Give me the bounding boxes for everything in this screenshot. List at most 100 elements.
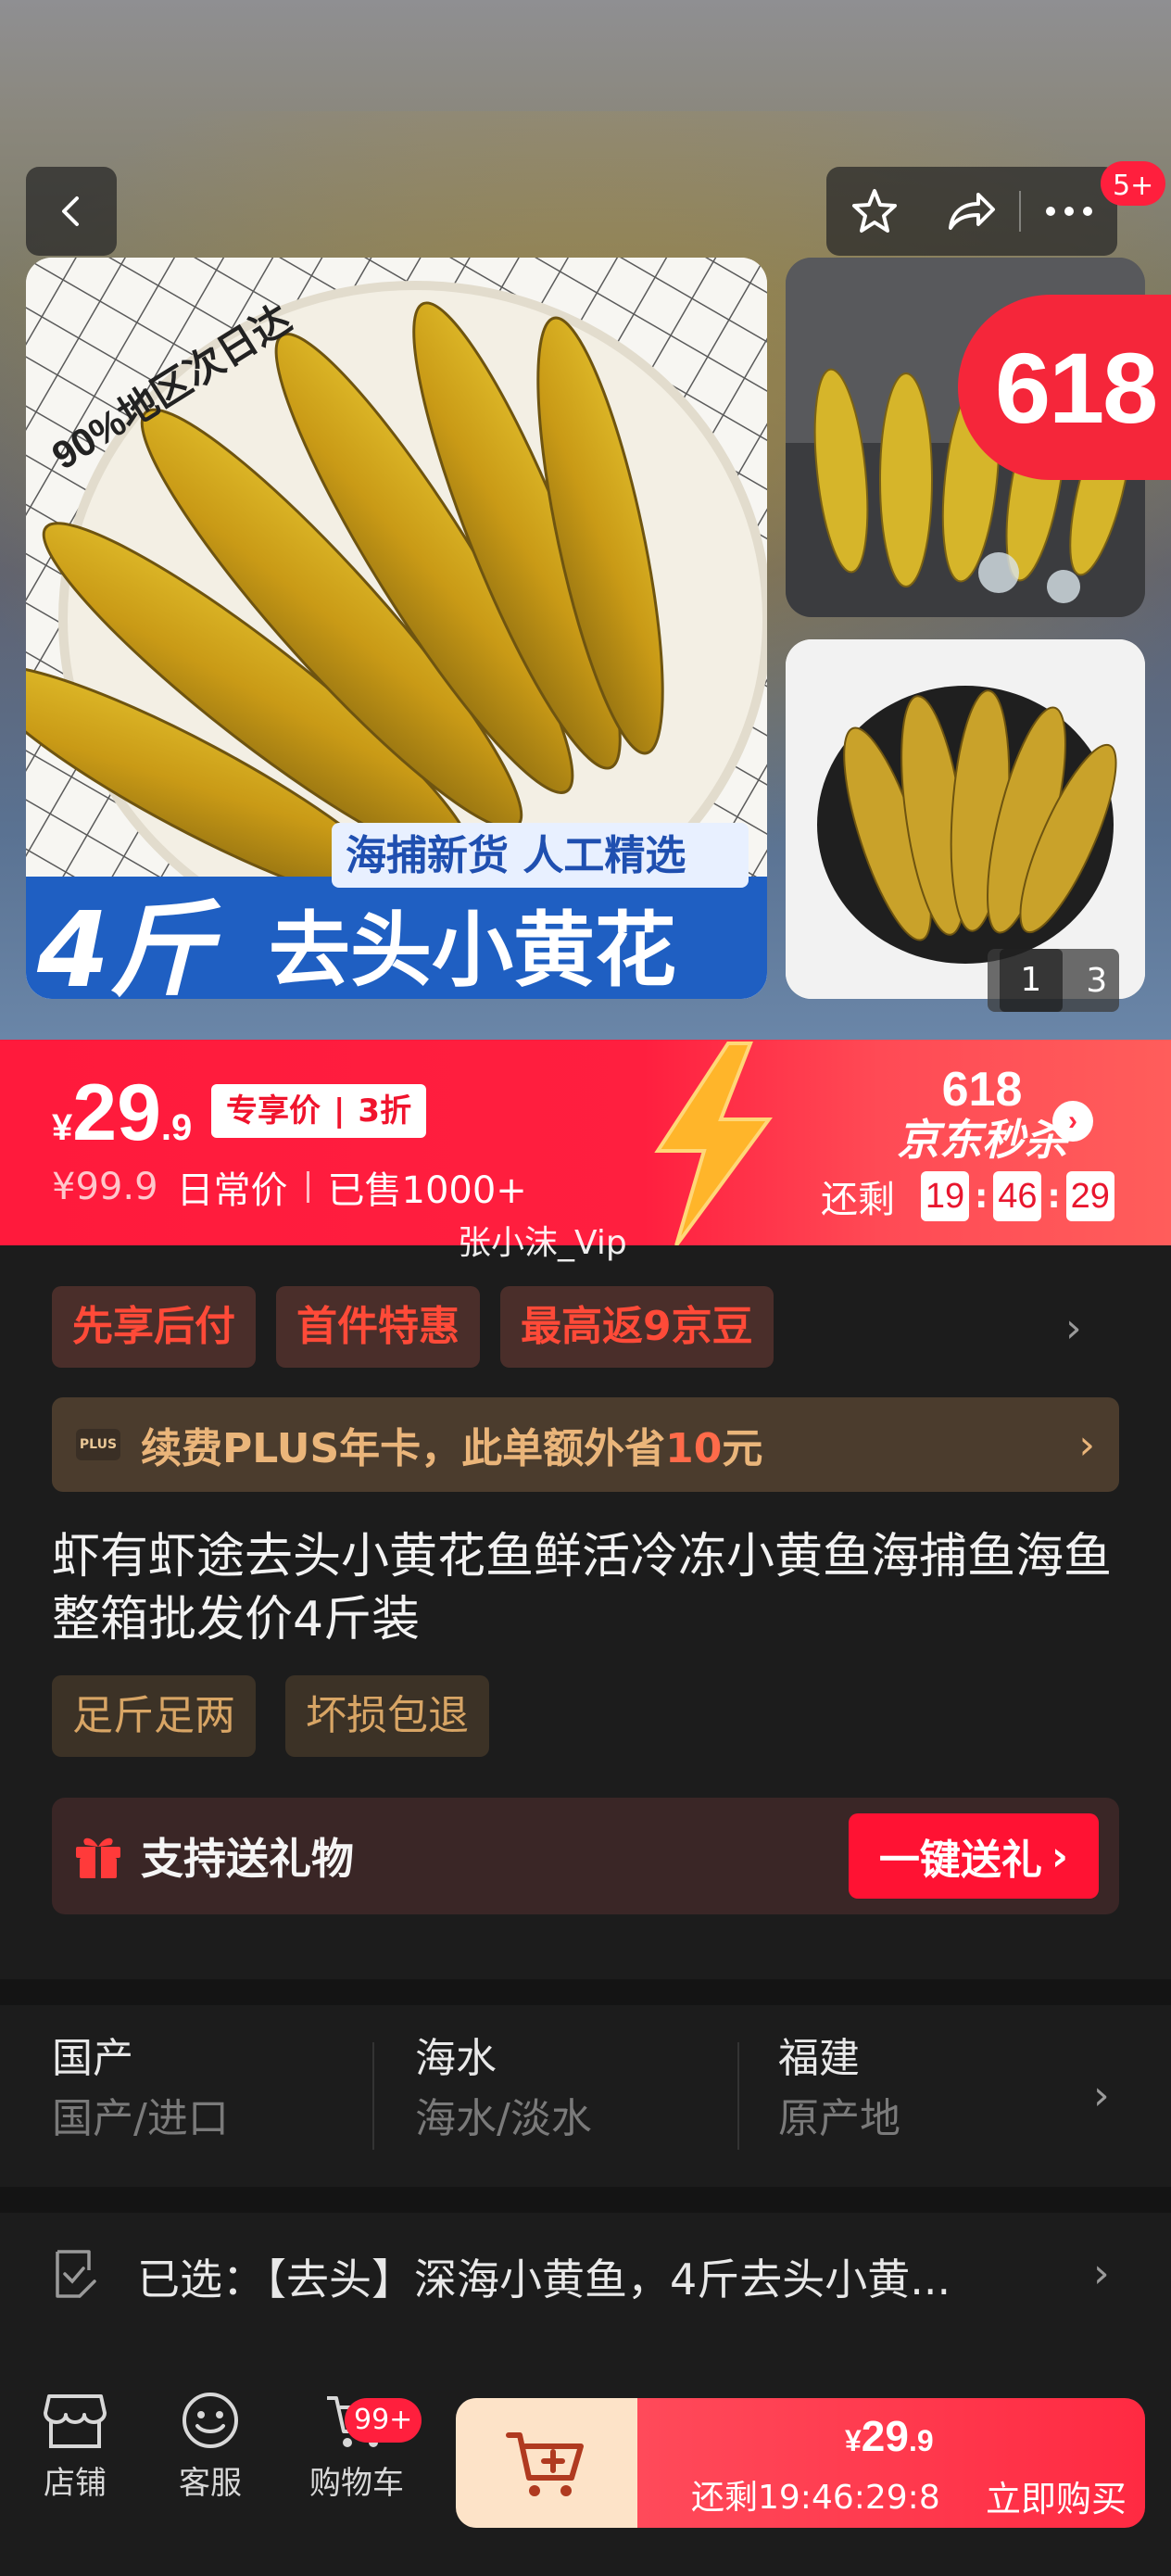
promo-618-badge: 618 — [958, 295, 1171, 480]
checklist-icon — [56, 2250, 96, 2298]
discount-label: 3折 — [358, 1092, 412, 1130]
store-icon — [44, 2394, 107, 2448]
exclusive-label: 专享价 — [226, 1092, 321, 1130]
image-pager: 1 3 — [988, 949, 1119, 1012]
smiley-chat-icon — [183, 2393, 238, 2448]
pager-total: 3 — [1086, 961, 1108, 1000]
product-gallery[interactable]: 90%地区次日达 海捕新货 人工精选 4斤 去头小黄花 618 1 3 5+ — [0, 0, 1171, 1040]
plus-membership-bar[interactable]: PLUS 续费PLUS年卡，此单额外省10元 › — [52, 1397, 1119, 1492]
benefit-tag[interactable]: 先享后付 — [52, 1286, 256, 1368]
feature-tag: 足斤足两 — [52, 1675, 256, 1757]
price-integer: 29 — [72, 1068, 161, 1157]
attribute-origin-type: 国产 国产/进口 — [52, 2031, 229, 2152]
favorite-button[interactable] — [826, 167, 923, 256]
product-title: 虾有虾途去头小黄花鱼鲜活冷冻小黄鱼海捕鱼海鱼整箱批发价4斤装 — [52, 1529, 1113, 1648]
chevron-right-icon: › — [1051, 1832, 1069, 1880]
thumbnail-image-2[interactable] — [786, 639, 1145, 999]
buy-now-button[interactable]: ¥ 29 .9 还剩19:46:29:8 立即购买 — [637, 2398, 1145, 2528]
countdown-colon: : — [1047, 1177, 1061, 1216]
send-gift-button[interactable]: 一键送礼 › — [849, 1813, 1099, 1899]
attribute-value: 福建 — [778, 2035, 860, 2082]
attribute-key: 原产地 — [778, 2095, 900, 2142]
pager-current: 1 — [999, 949, 1063, 1012]
product-attributes[interactable]: 国产 国产/进口 海水 海水/淡水 福建 原产地 › — [0, 2005, 1171, 2187]
plus-logo: PLUS — [76, 1429, 120, 1460]
countdown-hours: 19 — [921, 1171, 969, 1221]
original-price: ¥99.9 — [52, 1166, 158, 1208]
seckill-countdown: 还剩 19 : 46 : 29 — [821, 1169, 1114, 1223]
banner-name-text: 去头小黄花 — [269, 903, 676, 998]
chevron-right-icon: › — [1093, 2072, 1110, 2119]
lightning-icon — [654, 1042, 773, 1245]
buy-price-decimal: .9 — [908, 2424, 934, 2457]
thumbnail-illustration-2 — [786, 639, 1145, 999]
section-divider — [0, 2187, 1171, 2213]
plus-text-before: 续费PLUS年卡，此单额外省 — [141, 1425, 666, 1472]
add-cart-icon — [506, 2432, 584, 2496]
seckill-618: 618 — [941, 1063, 1023, 1117]
main-product-illustration: 90%地区次日达 海捕新货 人工精选 4斤 去头小黄花 — [26, 258, 767, 999]
chevron-right-icon[interactable]: › — [1065, 1305, 1082, 1352]
buy-price: ¥ 29 .9 — [845, 2411, 934, 2461]
attribute-separator — [737, 2042, 739, 2150]
price-banner[interactable]: ¥ 29 .9 专享价 | 3折 ¥99.9 日常价 已售1000+ 618 京… — [0, 1040, 1171, 1245]
gift-label: 支持送礼物 — [141, 1834, 354, 1884]
attribute-value: 国产 — [52, 2035, 133, 2082]
gift-icon — [76, 1837, 120, 1878]
plus-text: 续费PLUS年卡，此单额外省10元 — [141, 1415, 762, 1474]
buy-countdown: 还剩19:46:29:8 — [691, 2479, 940, 2517]
chevron-left-icon — [62, 196, 79, 226]
user-watermark: 张小沫_Vip — [458, 1224, 627, 1262]
gift-bar[interactable]: 支持送礼物 一键送礼 › — [52, 1798, 1119, 1914]
benefit-tags[interactable]: 先享后付 首件特惠 最高返9京豆 — [52, 1286, 774, 1368]
sub-divider — [306, 1171, 309, 1203]
customer-service-button[interactable]: 客服 — [150, 2391, 271, 2503]
banner-top-text: 海捕新货 人工精选 — [346, 832, 686, 879]
price-subline: ¥99.9 日常价 已售1000+ — [52, 1160, 527, 1214]
buy-now-label: 立即购买 — [986, 2479, 1127, 2519]
share-button[interactable] — [923, 167, 1019, 256]
countdown-seconds: 29 — [1065, 1171, 1114, 1221]
buy-price-symbol: ¥ — [845, 2424, 862, 2457]
sold-count: 已售1000+ — [327, 1169, 527, 1212]
benefit-tag[interactable]: 首件特惠 — [276, 1286, 480, 1368]
countdown-colon: : — [975, 1177, 988, 1216]
top-action-bar — [826, 167, 1117, 256]
plus-amount: 10 — [665, 1425, 723, 1472]
chevron-right-icon: › — [1078, 1421, 1095, 1469]
countdown-minutes: 46 — [993, 1171, 1042, 1221]
feature-tag: 坏损包退 — [285, 1675, 489, 1757]
attribute-water-type: 海水 海水/淡水 — [415, 2031, 592, 2152]
attribute-separator — [372, 2042, 374, 2150]
shop-label: 店铺 — [44, 2465, 107, 2502]
star-icon — [852, 189, 897, 233]
exclusive-price-tag: 专享价 | 3折 — [211, 1084, 427, 1138]
section-divider — [0, 1979, 1171, 2005]
chevron-right-icon: › — [1093, 2250, 1110, 2297]
benefit-tag[interactable]: 最高返9京豆 — [500, 1286, 774, 1368]
main-product-image[interactable]: 90%地区次日达 海捕新货 人工精选 4斤 去头小黄花 — [26, 258, 767, 999]
more-dots-icon — [1046, 207, 1092, 216]
price-decimal: .9 — [160, 1107, 193, 1148]
plus-text-after: 元 — [722, 1425, 763, 1472]
feature-tags: 足斤足两 坏损包退 — [52, 1675, 489, 1757]
shop-button[interactable]: 店铺 — [15, 2391, 135, 2503]
jd-seckill[interactable]: 618 京东秒杀 › — [825, 1066, 1140, 1166]
tag-divider: | — [334, 1092, 346, 1130]
price-symbol: ¥ — [52, 1107, 73, 1148]
share-icon — [949, 193, 995, 230]
add-to-cart-button[interactable] — [456, 2398, 637, 2528]
attribute-key: 国产/进口 — [52, 2095, 229, 2142]
selected-spec-row[interactable]: 已选：【去头】深海小黄鱼，4斤去头小黄... › — [0, 2213, 1171, 2335]
back-button[interactable] — [26, 167, 117, 256]
more-badge: 5+ — [1101, 161, 1166, 206]
service-label: 客服 — [179, 2465, 242, 2502]
send-gift-label: 一键送礼 — [878, 1837, 1042, 1884]
chevron-right-icon: › — [1052, 1101, 1093, 1142]
buy-price-integer: 29 — [861, 2412, 909, 2460]
countdown-label: 还剩 — [821, 1179, 895, 1221]
selected-spec-text: 已选：【去头】深海小黄鱼，4斤去头小黄... — [137, 2254, 951, 2305]
original-price-label: 日常价 — [176, 1169, 288, 1212]
cart-count-badge: 99+ — [345, 2398, 422, 2443]
attribute-key: 海水/淡水 — [415, 2095, 592, 2142]
